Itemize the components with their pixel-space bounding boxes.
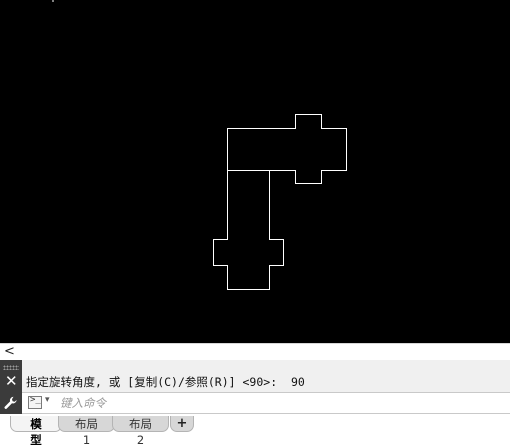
rotated-polyline-shape[interactable] (213, 114, 347, 290)
tab-layout2[interactable]: 布局2 (112, 416, 169, 445)
close-icon[interactable]: ✕ (5, 373, 18, 389)
command-history-text: 指定旋转角度, 或 [复制(C)/参照(R)] <90>: 90 (26, 375, 305, 389)
scroll-left-icon[interactable]: < (4, 344, 15, 360)
tab-layout1[interactable]: 布局1 (58, 416, 115, 445)
drawing-canvas[interactable] (0, 0, 510, 343)
customize-button[interactable] (0, 392, 22, 414)
recent-commands-button[interactable]: >_ (28, 395, 42, 409)
layout-tab-bar: 模型 布局1 布局2 + (0, 414, 510, 445)
wrench-icon (4, 396, 17, 409)
command-history: ✕ 指定旋转角度, 或 [复制(C)/参照(R)] <90>: 90 (0, 360, 510, 392)
horizontal-scrollbar[interactable]: < (0, 343, 510, 360)
autocad-window: < ✕ 指定旋转角度, 或 [复制(C)/参照(R)] <90>: 90 >_ … (0, 0, 510, 445)
add-layout-button[interactable]: + (170, 416, 194, 432)
command-input-row: >_ ▾ (0, 392, 510, 414)
command-prompt-icon: >_ (30, 395, 41, 405)
chevron-down-icon[interactable]: ▾ (45, 395, 50, 405)
tab-model[interactable]: 模型 (10, 416, 62, 445)
command-input[interactable] (60, 395, 500, 411)
drag-handle-icon[interactable] (3, 365, 19, 370)
command-line-grip[interactable]: ✕ (0, 360, 22, 392)
drawing-svg (52, 0, 347, 290)
